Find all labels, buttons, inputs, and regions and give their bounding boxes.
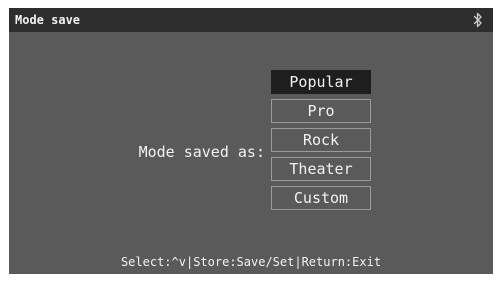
mode-option-rock[interactable]: Rock	[271, 128, 371, 152]
mode-option-custom[interactable]: Custom	[271, 186, 371, 210]
key-hint-bar: Select:^v|Store:Save/Set|Return:Exit	[120, 255, 382, 269]
mode-saved-as-label: Mode saved as:	[138, 143, 265, 161]
screen-title: Mode save	[15, 13, 81, 27]
mode-option-theater[interactable]: Theater	[271, 157, 371, 181]
mode-option-popular[interactable]: Popular	[271, 70, 371, 94]
bluetooth-icon	[473, 12, 482, 28]
title-bar: Mode save	[9, 8, 493, 32]
mode-option-pro[interactable]: Pro	[271, 99, 371, 123]
mode-list: Popular Pro Rock Theater Custom	[271, 70, 371, 215]
device-screen: Mode save Mode saved as: Popular Pro Roc…	[9, 8, 493, 274]
